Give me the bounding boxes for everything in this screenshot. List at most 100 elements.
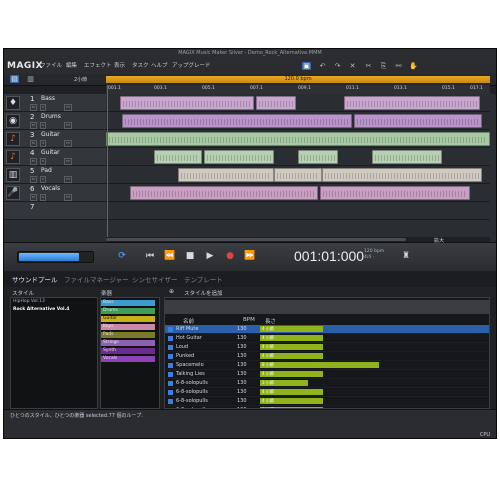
track-lane[interactable]: [106, 202, 490, 220]
menu-help[interactable]: ヘルプ: [151, 61, 168, 69]
mute-button[interactable]: M: [30, 122, 37, 129]
audio-clip[interactable]: [274, 168, 322, 182]
menu-effects[interactable]: エフェクト: [84, 61, 112, 69]
arranger-view-icon[interactable]: ▤: [10, 75, 19, 83]
menu-upgrade[interactable]: アップグレード: [172, 61, 211, 69]
fx-button[interactable]: FX: [64, 122, 72, 129]
track-header[interactable]: ▥ 5 Pad M S FX: [4, 166, 106, 184]
loop-row[interactable]: Riff Mute 130 4 小節: [165, 325, 489, 334]
zoom-select[interactable]: 2小節: [74, 76, 87, 83]
style-item-selected[interactable]: Rock Alternative Vol.4: [11, 306, 97, 314]
audio-clip[interactable]: [354, 114, 482, 128]
fx-button[interactable]: FX: [64, 140, 72, 147]
rewind-icon[interactable]: ⏪: [164, 251, 176, 261]
audio-clip[interactable]: [256, 96, 296, 110]
monitor-icon[interactable]: ▣: [302, 62, 311, 70]
loop-row[interactable]: Talking Lies 130 4 小節: [165, 370, 489, 379]
instrument-item[interactable]: Drums: [101, 308, 155, 314]
cut-icon[interactable]: ✂: [364, 62, 373, 70]
audio-clip[interactable]: [154, 150, 202, 164]
track-header[interactable]: 🎤 6 Vocals M S FX: [4, 184, 106, 202]
mute-button[interactable]: M: [30, 140, 37, 147]
instrument-item[interactable]: Strings: [101, 340, 155, 346]
solo-button[interactable]: S: [40, 140, 46, 147]
loop-row[interactable]: Hot Guitar 130 4 小節: [165, 334, 489, 343]
track-lane[interactable]: [106, 94, 490, 112]
track-lane[interactable]: [106, 112, 490, 130]
play-icon[interactable]: ▶: [204, 251, 216, 261]
split-icon[interactable]: ⎘: [379, 62, 388, 70]
instruments-list[interactable]: Bass Drums Guitar Keys Pads Strings Synt…: [100, 297, 160, 409]
track-header[interactable]: 7: [4, 202, 106, 220]
scrollbar-thumb[interactable]: [106, 238, 406, 241]
tab-templates[interactable]: テンプレート: [184, 274, 223, 284]
col-bpm[interactable]: BPM: [243, 317, 255, 323]
master-volume-slider[interactable]: [17, 251, 94, 263]
styles-list[interactable]: HipHop Vol.13 Rock Alternative Vol.4: [10, 297, 98, 409]
style-item[interactable]: HipHop Vol.13: [11, 298, 97, 306]
metronome-icon[interactable]: ♜: [400, 251, 412, 261]
loop-row[interactable]: 6-8-solopulls 130 4 小節: [165, 388, 489, 397]
mute-button[interactable]: M: [30, 104, 37, 111]
hand-icon[interactable]: ✋: [409, 62, 418, 70]
tab-soundpool[interactable]: サウンドプール: [12, 274, 58, 284]
audio-clip[interactable]: [298, 150, 338, 164]
menu-view[interactable]: 表示: [114, 61, 125, 69]
zoom-label[interactable]: 拡大: [434, 237, 444, 244]
mute-button[interactable]: M: [30, 176, 37, 183]
audio-clip[interactable]: [178, 168, 274, 182]
audio-clip[interactable]: [122, 114, 352, 128]
audio-clip[interactable]: [320, 186, 470, 200]
solo-button[interactable]: S: [40, 104, 46, 111]
loop-list[interactable]: 名前 BPM 長さ Riff Mute 130 4 小節 Hot Guitar 130 4…: [164, 297, 490, 409]
tempo-bar[interactable]: 120.0 bpm: [106, 76, 490, 83]
solo-button[interactable]: S: [40, 158, 46, 165]
loop-row[interactable]: 6-8-solopulls 130 4 小節: [165, 397, 489, 406]
instrument-item[interactable]: Synth: [101, 348, 155, 354]
add-style-button[interactable]: スタイルを追加: [184, 289, 223, 297]
loop-row[interactable]: 6-8-solopulls 130 3 小節: [165, 379, 489, 388]
audio-clip[interactable]: [322, 168, 482, 182]
track-lane[interactable]: [106, 148, 490, 166]
track-lane[interactable]: [106, 184, 490, 202]
audio-clip[interactable]: [204, 150, 274, 164]
undo-icon[interactable]: ↶: [318, 62, 327, 70]
instrument-item[interactable]: Keys: [101, 324, 155, 330]
fast-forward-icon[interactable]: ⏩: [244, 251, 256, 261]
col-name[interactable]: 名前: [183, 317, 194, 325]
loop-row[interactable]: Spacemelo 130 8 小節: [165, 361, 489, 370]
track-header[interactable]: ♪ 3 Guitar M S FX: [4, 130, 106, 148]
audio-clip[interactable]: [372, 150, 442, 164]
solo-button[interactable]: S: [40, 176, 46, 183]
solo-button[interactable]: S: [40, 122, 46, 129]
track-lane[interactable]: [106, 130, 490, 148]
audio-clip[interactable]: [120, 96, 254, 110]
audio-clip[interactable]: [130, 186, 318, 200]
tab-synthesizer[interactable]: シンセサイザー: [132, 274, 178, 284]
instrument-item-selected[interactable]: Guitar: [101, 316, 155, 322]
mute-button[interactable]: M: [30, 158, 37, 165]
stop-icon[interactable]: ■: [184, 251, 196, 261]
mixer-view-icon[interactable]: ▥: [26, 75, 35, 83]
solo-button[interactable]: S: [40, 194, 46, 201]
fx-button[interactable]: FX: [64, 176, 72, 183]
link-icon[interactable]: ⚯: [394, 62, 403, 70]
loop-row[interactable]: Loud 130 4 小節: [165, 343, 489, 352]
mute-button[interactable]: M: [30, 194, 37, 201]
track-header[interactable]: ♪ 4 Guitar M S FX: [4, 148, 106, 166]
tab-file-manager[interactable]: ファイルマネージャー: [64, 274, 129, 284]
loop-icon[interactable]: ⟳: [116, 251, 128, 261]
menu-edit[interactable]: 編集: [66, 61, 77, 69]
track-lane[interactable]: [106, 166, 490, 184]
fx-button[interactable]: FX: [64, 194, 72, 201]
track-header[interactable]: ◉ 2 Drums M S FX: [4, 112, 106, 130]
redo-icon[interactable]: ↷: [333, 62, 342, 70]
audio-clip[interactable]: [106, 132, 490, 146]
audio-clip[interactable]: [344, 96, 480, 110]
record-icon[interactable]: ●: [224, 251, 236, 261]
menu-file[interactable]: ファイル: [40, 61, 62, 69]
loop-row[interactable]: Punked 130 4 小節: [165, 352, 489, 361]
instrument-item[interactable]: Pads: [101, 332, 155, 338]
fx-button[interactable]: FX: [64, 104, 72, 111]
instrument-item[interactable]: Vocals: [101, 356, 155, 362]
